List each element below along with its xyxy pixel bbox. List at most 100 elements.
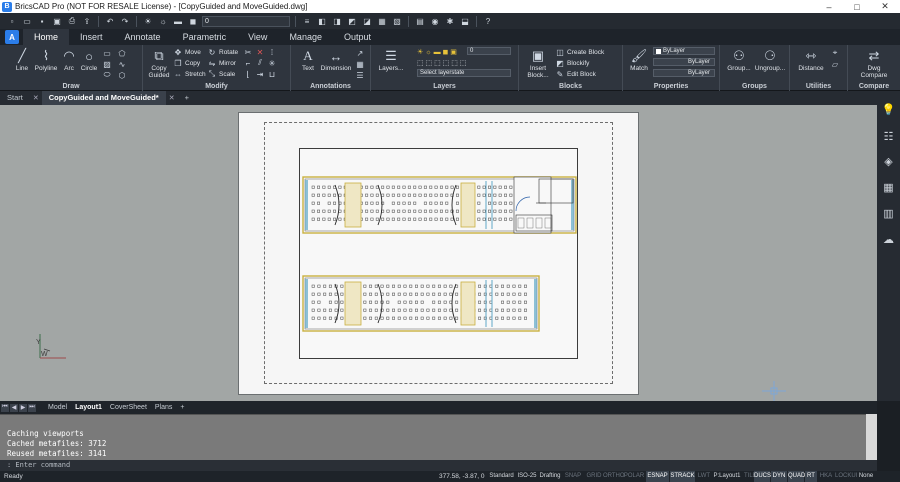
chamfer-button[interactable]: ⌊	[243, 69, 255, 79]
tab-insert[interactable]: Insert	[69, 29, 114, 45]
dimension-button[interactable]: ↔ Dimension	[319, 48, 353, 73]
rectangle-button[interactable]: ▭	[102, 48, 114, 58]
status-lwt[interactable]: LWT	[697, 471, 711, 482]
leader-button[interactable]: ↗	[355, 48, 367, 58]
status-strack[interactable]: STRACK	[670, 471, 695, 482]
dwg-compare-button[interactable]: ⇄ Dwg Compare	[856, 48, 892, 79]
move-button[interactable]: ✥ Move	[173, 47, 201, 57]
redo-icon[interactable]: ↷	[119, 15, 131, 27]
close-button[interactable]: ✕	[871, 0, 899, 13]
close-tab-icon[interactable]: ✕	[166, 94, 178, 102]
layer-state-icons[interactable]: ☀ ☼ ▬ ◼ ▣	[417, 47, 457, 57]
prev-layout-icon[interactable]: ◀	[10, 403, 18, 412]
polyline-button[interactable]: ⌇ Polyline	[33, 48, 59, 72]
status-lockui[interactable]: LOCKUI	[835, 471, 857, 482]
status-polar[interactable]: POLAR	[623, 471, 645, 482]
layer-previous-icon[interactable]: ◧	[316, 15, 328, 27]
arc-button[interactable]: ◠ Arc	[60, 48, 78, 72]
tab-parametric[interactable]: Parametric	[172, 29, 238, 45]
status-iso-25[interactable]: ISO-25	[516, 471, 538, 482]
layout-tab-plans[interactable]: Plans	[151, 404, 177, 411]
help-icon[interactable]: ?	[482, 15, 494, 27]
layer-on-icon[interactable]: ▦	[376, 15, 388, 27]
status-tile[interactable]: TILE	[744, 471, 757, 482]
first-layout-icon[interactable]: ⏮	[1, 403, 9, 412]
join-button[interactable]: ⊔	[267, 69, 279, 79]
color-dropdown[interactable]: ByLayer	[653, 47, 715, 55]
settings-icon[interactable]: ✱	[444, 15, 456, 27]
extend-button[interactable]: ⇥	[255, 69, 267, 79]
print-icon[interactable]: ⎙	[66, 15, 78, 27]
layout-tab-coversheet[interactable]: CoverSheet	[106, 404, 151, 411]
isolate-icon[interactable]: ◨	[331, 15, 343, 27]
status-dyn[interactable]: DYN	[771, 471, 787, 482]
status-rt[interactable]: RT	[805, 471, 817, 482]
copy-guided-button[interactable]: ⧉ Copy Guided	[146, 48, 172, 79]
area-button[interactable]: ▱	[830, 59, 842, 69]
copy-button[interactable]: ❐ Copy	[173, 58, 200, 68]
command-input[interactable]: : Enter command	[0, 460, 877, 471]
new-icon[interactable]: ▫	[6, 15, 18, 27]
layer-off-icon[interactable]: ◪	[361, 15, 373, 27]
close-tab-icon[interactable]: ✕	[30, 94, 42, 102]
fillet-button[interactable]: ⌐	[243, 58, 255, 68]
blockify-button[interactable]: ◩ Blockify	[555, 58, 589, 68]
layout-tab-layout1[interactable]: Layout1	[71, 404, 106, 411]
group-button[interactable]: ⚇ Group...	[726, 48, 752, 72]
status-ducs[interactable]: DUCS	[754, 471, 771, 482]
lineweight-dropdown[interactable]: ByLayer	[653, 69, 715, 77]
layout-tab-model[interactable]: Model	[44, 404, 71, 411]
viewport[interactable]	[299, 148, 578, 359]
command-scrollbar[interactable]	[866, 414, 877, 460]
calculator-icon[interactable]: ▤	[414, 15, 426, 27]
region-button[interactable]: ⬡	[117, 70, 129, 80]
polygon-button[interactable]: ⬠	[117, 48, 129, 58]
table-button[interactable]: ▦	[355, 59, 367, 69]
layer-tools-row[interactable]: ⬚ ⬚ ⬚ ⬚ ⬚ ⬚	[417, 58, 466, 68]
explode-button[interactable]: ✳	[267, 58, 279, 68]
save-as-icon[interactable]: ▣	[51, 15, 63, 27]
minimize-button[interactable]: –	[815, 0, 843, 13]
layers-button[interactable]: ☰ Layers...	[376, 48, 406, 72]
add-tab-button[interactable]: +	[178, 91, 196, 105]
trim-button[interactable]: ✂	[243, 47, 255, 57]
application-menu-button[interactable]: A	[5, 30, 19, 44]
distance-button[interactable]: ⇿ Distance	[796, 48, 826, 72]
open-icon[interactable]: ▭	[21, 15, 33, 27]
layer-color-icon[interactable]: ◼	[187, 15, 199, 27]
ellipse-button[interactable]: ⬭	[102, 70, 114, 80]
layers-panel-icon[interactable]: ◈	[882, 155, 895, 168]
erase-button[interactable]: ✕	[255, 47, 267, 57]
maximize-button[interactable]: □	[843, 0, 871, 13]
add-layout-button[interactable]: +	[176, 404, 188, 411]
offset-button[interactable]: ⫽	[255, 58, 267, 68]
last-layout-icon[interactable]: ⏭	[28, 403, 36, 412]
hatch-button[interactable]: ▨	[102, 59, 114, 69]
tips-icon[interactable]: 💡	[882, 103, 896, 116]
cloud-icon[interactable]: ☁	[882, 233, 895, 246]
start-tab[interactable]: Start	[0, 91, 30, 105]
layer-match-icon[interactable]: ▧	[391, 15, 403, 27]
library-icon[interactable]: ▦	[882, 181, 895, 194]
save-icon[interactable]: ▪	[36, 15, 48, 27]
tab-manage[interactable]: Manage	[278, 29, 333, 45]
text-button[interactable]: A Text	[297, 48, 319, 72]
mirror-button[interactable]: ⇋ Mirror	[207, 58, 236, 68]
layer-visibility-icon[interactable]: ☀	[142, 15, 154, 27]
array-button[interactable]: ⁞	[267, 47, 279, 57]
next-layout-icon[interactable]: ▶	[19, 403, 27, 412]
status-hka[interactable]: HKA	[818, 471, 834, 482]
status-p-layout1[interactable]: P:Layout1	[711, 471, 743, 482]
layerstate-dropdown[interactable]: Select layerstate	[417, 69, 511, 77]
rotate-button[interactable]: ↻ Rotate	[207, 47, 239, 57]
export-icon[interactable]: ⇪	[81, 15, 93, 27]
properties-panel-icon[interactable]: ☷	[882, 130, 895, 143]
edit-block-button[interactable]: ✎ Edit Block	[555, 69, 596, 79]
layer-select[interactable]: 0	[202, 15, 290, 27]
layer-dropdown[interactable]: 0	[467, 47, 511, 55]
layer-walk-icon[interactable]: ◩	[346, 15, 358, 27]
tab-view[interactable]: View	[237, 29, 278, 45]
scale-button[interactable]: ⤡ Scale	[207, 69, 235, 79]
line-button[interactable]: ╱ Line	[13, 48, 31, 72]
tab-annotate[interactable]: Annotate	[114, 29, 172, 45]
